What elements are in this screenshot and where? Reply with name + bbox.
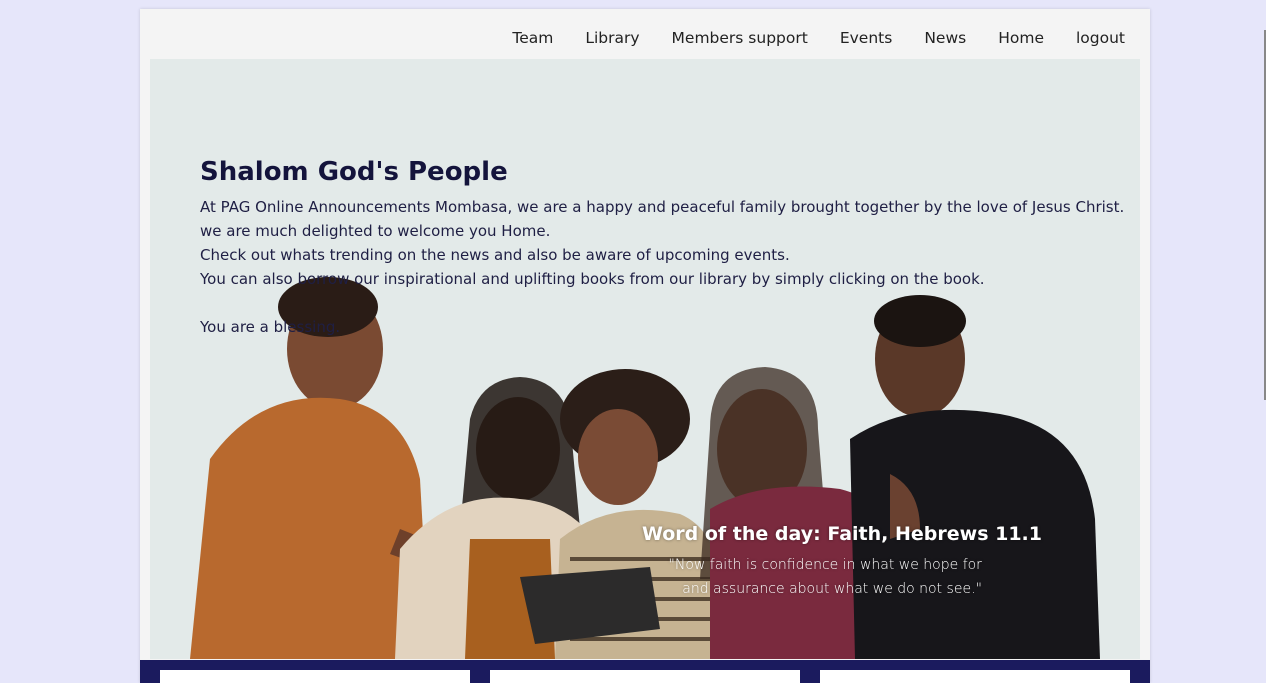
hero-title: Shalom God's People: [200, 157, 508, 187]
nav-team[interactable]: Team: [512, 29, 553, 47]
word-of-day-title: Word of the day: Faith, Hebrews 11.1: [641, 523, 1042, 545]
top-nav: Team Library Members support Events News…: [512, 29, 1125, 47]
hero-line-3: Check out whats trending on the news and…: [200, 246, 790, 264]
hero-line-5: [200, 291, 1124, 315]
hero-banner: Shalom God's People At PAG Online Announ…: [150, 59, 1140, 659]
nav-members-support[interactable]: Members support: [672, 29, 808, 47]
hero-text: Shalom God's People At PAG Online Announ…: [200, 157, 1124, 339]
hero-line-2: we are much delighted to welcome you Hom…: [200, 222, 551, 240]
card-2[interactable]: [490, 670, 800, 683]
nav-events[interactable]: Events: [840, 29, 892, 47]
nav-logout[interactable]: logout: [1076, 29, 1125, 47]
nav-home[interactable]: Home: [998, 29, 1044, 47]
card-1[interactable]: [160, 670, 470, 683]
hero-line-6: You are a blessing.: [200, 318, 341, 336]
word-of-day-verse: "Now faith is confidence in what we hope…: [668, 557, 982, 597]
nav-news[interactable]: News: [924, 29, 966, 47]
hero-line-4: You can also borrow our inspirational an…: [200, 270, 985, 288]
card-3[interactable]: [820, 670, 1130, 683]
page-container: Team Library Members support Events News…: [140, 9, 1150, 683]
nav-library[interactable]: Library: [585, 29, 639, 47]
hero-line-1: At PAG Online Announcements Mombasa, we …: [200, 198, 1125, 216]
word-of-the-day: Word of the day: Faith, Hebrews 11.1 "No…: [642, 523, 1042, 601]
